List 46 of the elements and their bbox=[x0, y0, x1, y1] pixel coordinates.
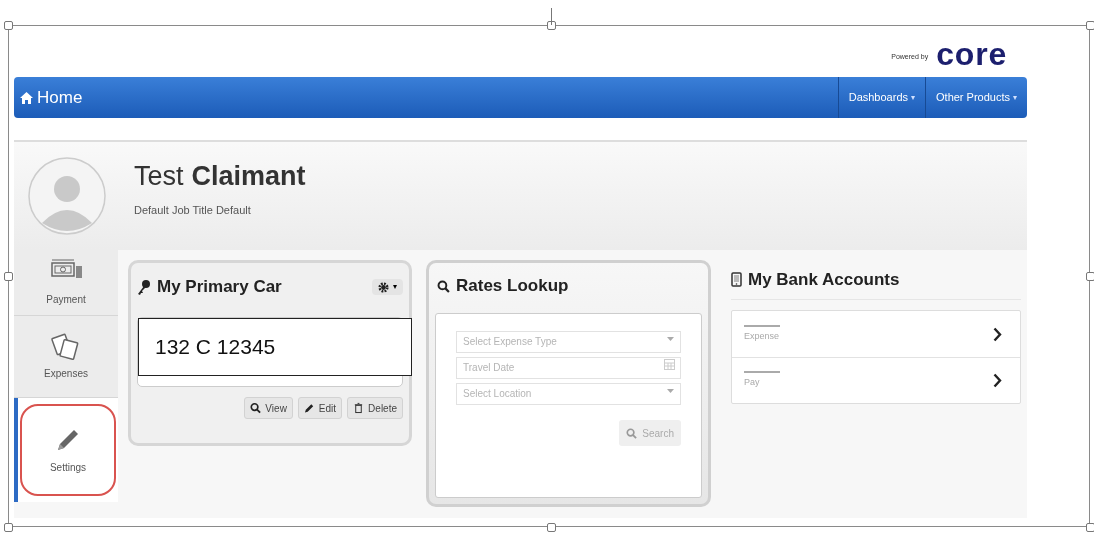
sidebar-tab[interactable]: Payment bbox=[14, 250, 118, 316]
caret-icon bbox=[667, 337, 674, 341]
sidebar-tab[interactable]: Settings bbox=[14, 398, 118, 502]
resize-handle[interactable] bbox=[4, 272, 13, 281]
chevron-right-icon bbox=[993, 326, 1002, 342]
search-icon bbox=[626, 427, 638, 439]
masked-number-bar bbox=[744, 324, 780, 327]
sidebar-tab[interactable]: Expenses bbox=[14, 316, 118, 398]
caret-icon bbox=[667, 389, 674, 393]
panel-title: Rates Lookup bbox=[456, 275, 569, 298]
panel-title: My Primary Car bbox=[157, 276, 282, 299]
home-icon bbox=[20, 91, 33, 104]
date-field[interactable]: Travel Date bbox=[456, 356, 681, 379]
panel-title: My Bank Accounts bbox=[748, 268, 900, 291]
resize-handle[interactable] bbox=[1086, 523, 1094, 532]
calendar-icon bbox=[664, 359, 675, 370]
masked-number-bar bbox=[744, 371, 780, 374]
select-field[interactable]: Select Expense Type bbox=[456, 330, 681, 353]
action-button[interactable]: View bbox=[244, 397, 293, 419]
chevron-right-icon bbox=[993, 373, 1002, 388]
avatar-icon bbox=[28, 157, 106, 235]
search-icon bbox=[437, 279, 450, 293]
resize-handle[interactable] bbox=[547, 523, 556, 532]
rotate-handle[interactable] bbox=[551, 8, 552, 25]
trash-icon bbox=[353, 402, 365, 414]
logo: core bbox=[936, 38, 1007, 70]
last-name: Claimant bbox=[191, 159, 306, 193]
job-title: Default Job Title Default bbox=[134, 203, 252, 218]
phone-icon bbox=[731, 272, 742, 287]
nav-menu[interactable]: Dashboards ▾ bbox=[837, 77, 925, 118]
resize-handle[interactable] bbox=[4, 523, 13, 532]
search-icon bbox=[250, 402, 262, 414]
key-icon bbox=[137, 279, 151, 295]
action-button[interactable]: Delete bbox=[347, 397, 403, 419]
select-field[interactable]: Select Location bbox=[456, 382, 681, 405]
nav-menu[interactable]: Other Products ▾ bbox=[925, 77, 1027, 118]
first-name: Test bbox=[134, 159, 184, 193]
resize-handle[interactable] bbox=[1086, 272, 1094, 281]
resize-handle[interactable] bbox=[547, 21, 556, 30]
home-link[interactable]: Home bbox=[14, 84, 83, 111]
action-button[interactable]: Edit bbox=[297, 397, 343, 419]
pencil-icon bbox=[303, 402, 315, 414]
registration-plate: 132 C 12345 bbox=[138, 318, 412, 376]
resize-handle[interactable] bbox=[1086, 21, 1094, 30]
settings-dropdown-button[interactable]: ▾ bbox=[372, 279, 403, 295]
resize-handle[interactable] bbox=[4, 21, 13, 30]
